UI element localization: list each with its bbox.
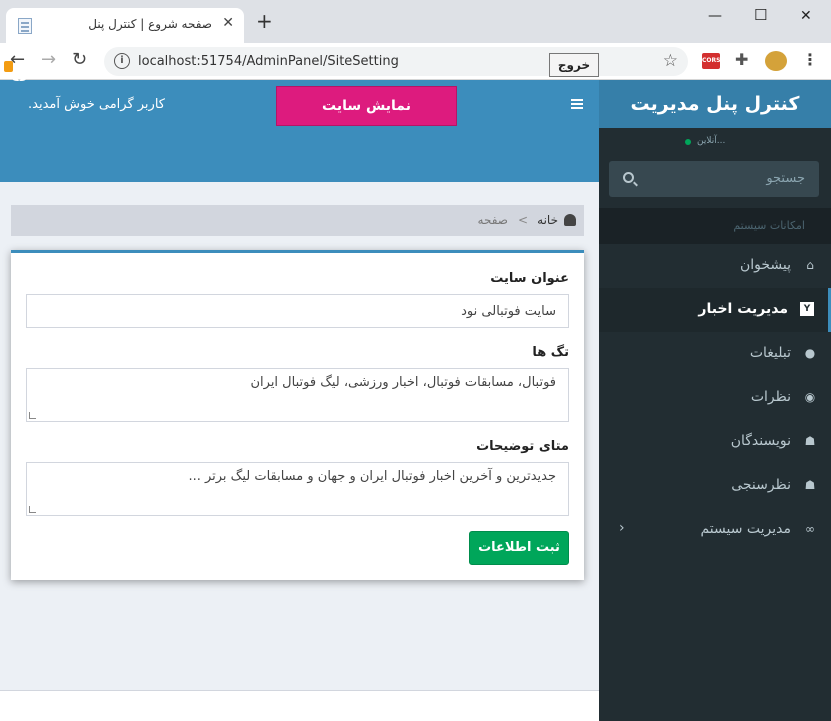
address-bar[interactable]: i localhost:51754/AdminPanel/SiteSetting…: [104, 47, 688, 76]
meta-description-value: جدیدترین و آخرین اخبار فوتبال ایران و جه…: [188, 469, 556, 484]
home-icon: ⌂: [806, 258, 814, 272]
maximize-icon[interactable]: ☐: [754, 6, 767, 24]
news-icon: Y: [800, 302, 814, 316]
online-dot-icon: [685, 139, 691, 145]
resize-handle-icon[interactable]: [29, 412, 36, 419]
chevron-left-icon[interactable]: ‹: [619, 520, 625, 536]
sidebar-item-writers[interactable]: ☗ نویسندگان: [599, 420, 831, 464]
browser-tab-bar: صفحه شروع | کنترل پنل ✕ + — ☐ ✕: [0, 0, 831, 43]
cors-extension-icon[interactable]: CORS: [702, 53, 720, 69]
sidebar: کنترل پنل مدیریت ...آنلاین جستجو امکانات…: [599, 80, 831, 721]
search-input[interactable]: جستجو: [766, 171, 805, 186]
footer: [0, 690, 599, 721]
online-status-text: ...آنلاین: [697, 136, 726, 146]
profile-avatar[interactable]: [765, 51, 787, 71]
logout-button[interactable]: خروج: [549, 53, 599, 77]
browser-menu-icon[interactable]: ⋮: [802, 50, 818, 69]
reload-icon[interactable]: ↻: [72, 51, 87, 69]
new-tab-icon[interactable]: +: [256, 11, 273, 31]
window-close-icon[interactable]: ✕: [800, 8, 812, 24]
sidebar-item-label: تبلیغات: [749, 345, 791, 361]
bookmark-star-icon[interactable]: ☆: [663, 51, 678, 71]
search-icon[interactable]: [623, 172, 634, 183]
main-header: نمایش سایت کاربر گرامی خوش آمدید.: [0, 80, 599, 182]
page-favicon-icon: [18, 18, 32, 34]
site-settings-form: عنوان سایت تگ ها فوتبال، مسابقات فوتبال،…: [11, 250, 584, 580]
user-icon: ☗: [804, 434, 816, 448]
tags-label: تگ ها: [532, 345, 569, 360]
site-title-label: عنوان سایت: [490, 271, 569, 286]
sidebar-item-label: نویسندگان: [730, 433, 791, 449]
forward-icon[interactable]: →: [41, 51, 56, 69]
sidebar-item-ads[interactable]: ● تبلیغات: [599, 332, 831, 376]
breadcrumb-current: صفحه: [477, 213, 508, 227]
tab-title: صفحه شروع | کنترل پنل: [88, 17, 212, 31]
ads-icon: ●: [804, 346, 816, 360]
tags-textarea[interactable]: فوتبال، مسابقات فوتبال، اخبار ورزشی، لیگ…: [26, 368, 569, 422]
breadcrumb: خانه > صفحه: [11, 205, 584, 236]
sidebar-item-label: نظرات: [750, 389, 791, 405]
site-info-icon[interactable]: i: [114, 53, 130, 69]
meta-description-label: متای توضیحات: [476, 439, 569, 454]
user-status: ...آنلاین: [599, 128, 831, 158]
sidebar-menu: ⌂ پیشخوان Y مدیریت اخبار ● تبلیغات ◉ نظر…: [599, 244, 831, 552]
sidebar-toggle-icon[interactable]: [571, 99, 583, 101]
bell-icon[interactable]: 🔔︎: [11, 68, 28, 83]
dashboard-icon: [564, 214, 576, 226]
sidebar-item-label: مدیریت سیستم: [700, 521, 791, 537]
meta-description-textarea[interactable]: جدیدترین و آخرین اخبار فوتبال ایران و جه…: [26, 462, 569, 516]
site-title-input[interactable]: [26, 294, 569, 328]
sidebar-item-system[interactable]: ∞ مدیریت سیستم ‹: [599, 508, 831, 552]
show-site-button[interactable]: نمایش سایت: [276, 86, 457, 126]
sidebar-item-polls[interactable]: ☗ نظرسنجی: [599, 464, 831, 508]
sidebar-item-label: مدیریت اخبار: [698, 301, 788, 317]
tab-close-icon[interactable]: ✕: [222, 15, 234, 31]
sidebar-item-dashboard[interactable]: ⌂ پیشخوان: [599, 244, 831, 288]
welcome-text: کاربر گرامی خوش آمدید.: [28, 97, 165, 112]
submit-button[interactable]: ثبت اطلاعات: [469, 531, 569, 565]
link-icon: ∞: [805, 522, 815, 536]
sidebar-item-comments[interactable]: ◉ نظرات: [599, 376, 831, 420]
sidebar-item-label: پیشخوان: [739, 257, 791, 273]
breadcrumb-home[interactable]: خانه: [537, 213, 558, 227]
sidebar-item-news[interactable]: Y مدیریت اخبار: [599, 288, 831, 332]
extensions-icon[interactable]: ✚: [735, 50, 748, 69]
sidebar-item-label: نظرسنجی: [731, 477, 791, 493]
sidebar-search[interactable]: جستجو: [609, 161, 819, 197]
users-icon: ☗: [804, 478, 816, 492]
menu-header: امکانات سیستم: [599, 208, 831, 244]
browser-tab[interactable]: صفحه شروع | کنترل پنل ✕: [6, 8, 244, 43]
brand-title[interactable]: کنترل پنل مدیریت: [599, 80, 831, 128]
minimize-icon[interactable]: —: [708, 8, 722, 24]
resize-handle-icon[interactable]: [29, 506, 36, 513]
tags-value: فوتبال، مسابقات فوتبال، اخبار ورزشی، لیگ…: [250, 375, 556, 390]
comment-icon: ◉: [804, 390, 816, 404]
breadcrumb-separator: >: [517, 213, 528, 227]
url-text[interactable]: localhost:51754/AdminPanel/SiteSetting: [138, 54, 399, 69]
